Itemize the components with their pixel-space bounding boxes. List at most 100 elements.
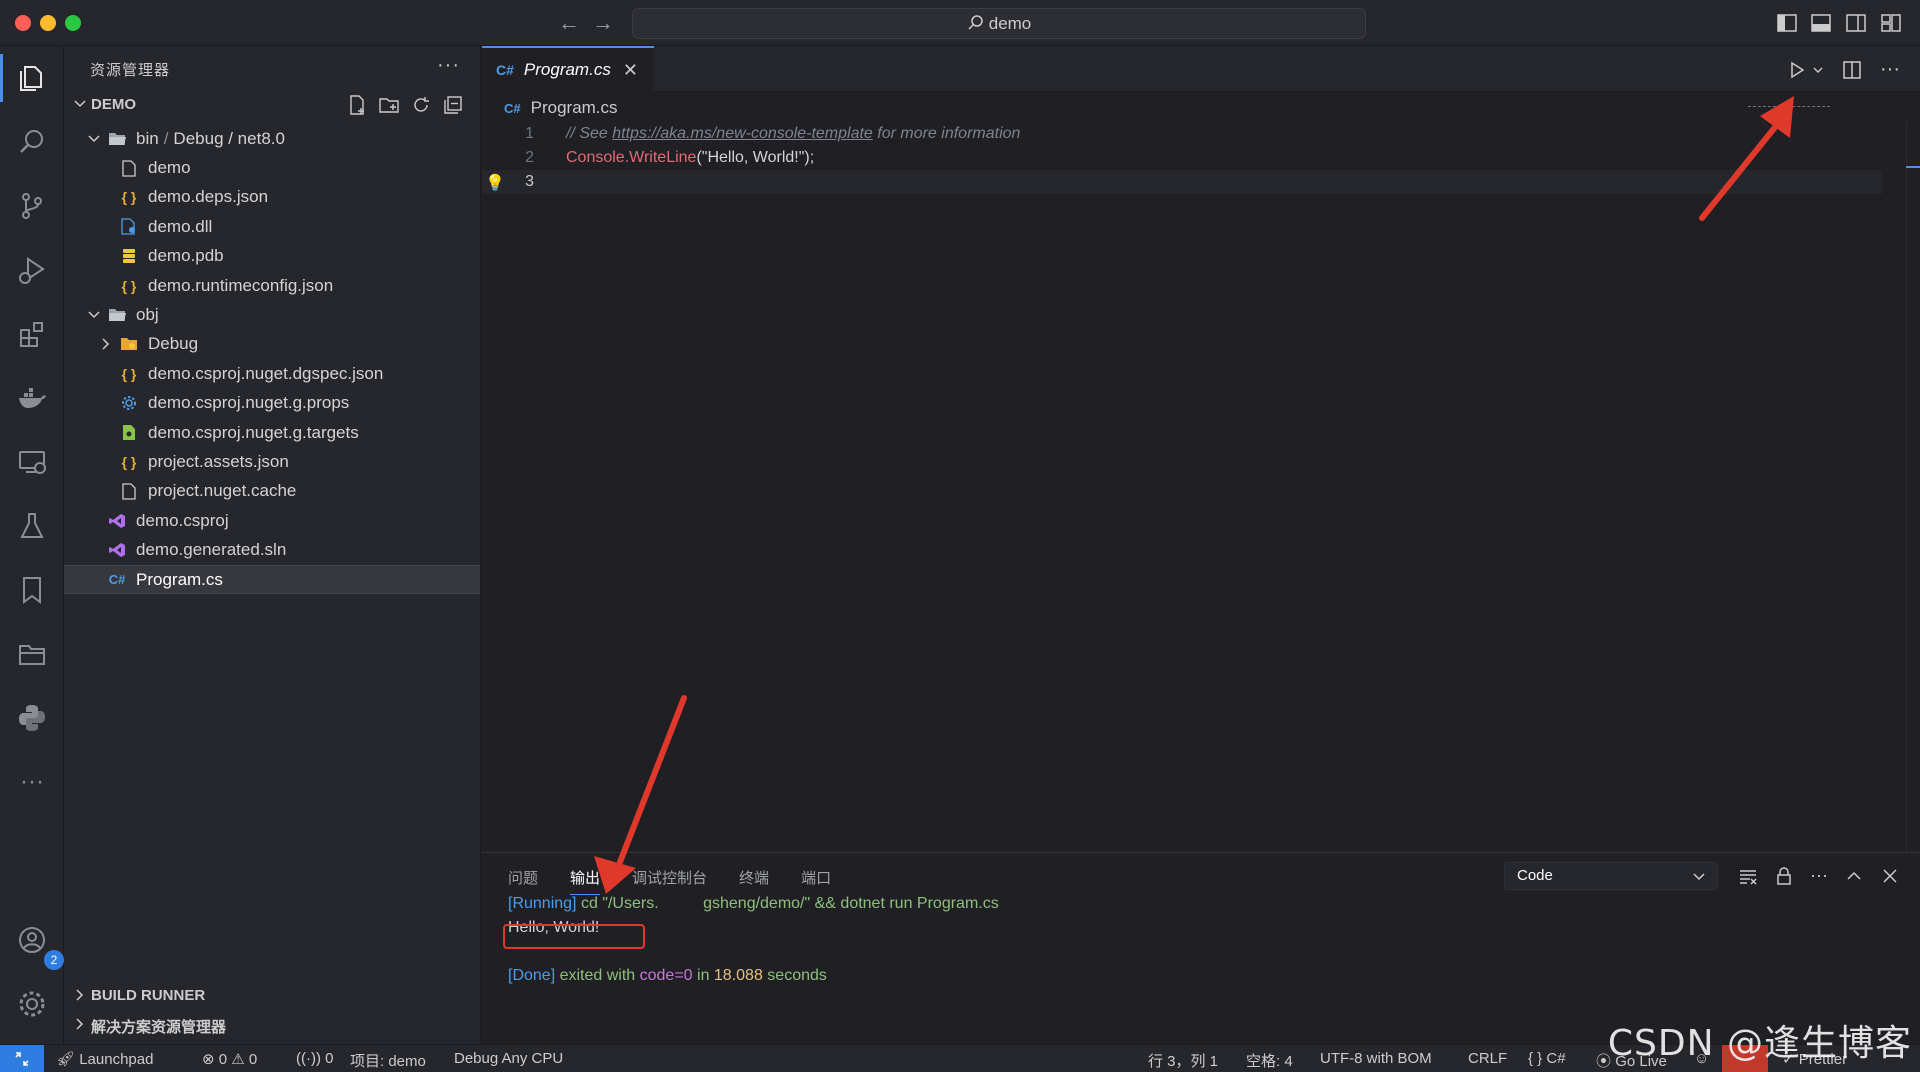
toggle-panel-icon[interactable] — [1810, 12, 1832, 34]
explorer-icon[interactable] — [14, 60, 50, 96]
editor-tab-bar: C# Program.cs ✕ ··· — [482, 46, 1920, 92]
tab-output[interactable]: 输出 — [570, 867, 601, 895]
error-icon: ⊗ — [202, 1051, 215, 1068]
tree-folder-debug[interactable]: Debug — [64, 330, 480, 359]
ports-item[interactable]: ((·)) 0 — [296, 1050, 334, 1067]
bookmarks-icon[interactable] — [14, 572, 50, 608]
tree-item-label: Debug — [148, 334, 199, 354]
language-item[interactable]: { } C# — [1528, 1050, 1566, 1067]
launchpad-item[interactable]: 🚀︎ Launchpad — [56, 1050, 153, 1068]
eol-item[interactable]: CRLF — [1468, 1050, 1507, 1067]
tree-file-g-props[interactable]: demo.csproj.nuget.g.props — [64, 389, 480, 418]
tree-file-demo-runtimeconfig-json[interactable]: { } demo.runtimeconfig.json — [64, 271, 480, 300]
command-center-search[interactable]: demo — [632, 8, 1366, 39]
cursor-position-item[interactable]: 行 3，列 1 — [1148, 1050, 1218, 1071]
indentation-item[interactable]: 空格: 4 — [1246, 1050, 1293, 1071]
more-actions-icon[interactable]: ··· — [1810, 865, 1828, 886]
elapsed-seconds: 18.088 — [713, 967, 763, 984]
new-folder-icon[interactable] — [378, 94, 400, 116]
braces-icon: { } — [1528, 1050, 1543, 1067]
launchpad-label: Launchpad — [79, 1051, 154, 1068]
done-text: exited with — [555, 967, 640, 984]
workspace-section-header[interactable]: DEMO — [64, 92, 480, 118]
collapse-all-icon[interactable] — [442, 94, 464, 116]
tree-file-g-targets[interactable]: demo.csproj.nuget.g.targets — [64, 418, 480, 447]
output-channel-select[interactable]: Code — [1504, 862, 1718, 890]
tree-file-demo-pdb[interactable]: demo.pdb — [64, 242, 480, 271]
refresh-icon[interactable] — [410, 94, 432, 116]
accounts-icon[interactable]: 2 — [14, 922, 64, 970]
extensions-icon[interactable] — [14, 316, 50, 352]
remote-indicator[interactable] — [0, 1045, 44, 1072]
minimize-window-button[interactable] — [40, 15, 56, 31]
project-item[interactable]: 项目: demo — [350, 1050, 426, 1071]
toggle-primary-sidebar-icon[interactable] — [1776, 12, 1798, 34]
tree-folder-bin[interactable]: bin / Debug / net8.0 — [64, 124, 480, 153]
split-editor-icon[interactable] — [1842, 60, 1862, 80]
tab-program-cs[interactable]: C# Program.cs ✕ — [482, 46, 654, 92]
customize-layout-icon[interactable] — [1880, 12, 1902, 34]
sidebar-more-icon[interactable]: ··· — [437, 54, 460, 77]
tree-item-label: obj — [136, 305, 159, 325]
run-code-icon[interactable] — [1788, 61, 1806, 79]
tab-ports[interactable]: 端口 — [801, 867, 831, 895]
build-runner-section[interactable]: BUILD RUNNER — [64, 982, 480, 1010]
problems-item[interactable]: ⊗ 0 ⚠ 0 — [202, 1050, 257, 1068]
gear-icon[interactable] — [14, 986, 50, 1022]
close-window-button[interactable] — [15, 15, 31, 31]
close-icon[interactable]: ✕ — [623, 60, 638, 81]
remote-explorer-icon[interactable] — [14, 444, 50, 480]
forward-arrow-icon[interactable]: → — [590, 10, 616, 36]
tab-debug-console[interactable]: 调试控制台 — [632, 867, 707, 895]
call-arguments: ("Hello, World!"); — [696, 149, 815, 166]
more-icon[interactable]: ··· — [14, 764, 50, 800]
build-config-item[interactable]: Debug Any CPU — [454, 1050, 563, 1067]
maximize-window-button[interactable] — [65, 15, 81, 31]
solution-explorer-section[interactable]: 解决方案资源管理器 — [64, 1011, 480, 1039]
chevron-down-icon — [88, 311, 100, 319]
breadcrumb[interactable]: C# Program.cs — [504, 98, 618, 118]
python-icon[interactable] — [14, 700, 50, 736]
testing-icon[interactable] — [14, 508, 50, 544]
lock-icon[interactable] — [1774, 866, 1794, 886]
back-arrow-icon[interactable]: ← — [556, 10, 582, 36]
csharp-file-icon: C# — [108, 572, 126, 588]
search-icon — [968, 15, 983, 30]
chevron-down-icon[interactable] — [1812, 64, 1824, 76]
more-actions-icon[interactable]: ··· — [1880, 58, 1900, 81]
search-icon[interactable] — [14, 124, 50, 160]
toggle-secondary-sidebar-icon[interactable] — [1845, 12, 1867, 34]
tree-file-demo-csproj[interactable]: demo.csproj — [64, 506, 480, 535]
tree-file-demo-dll[interactable]: demo.dll — [64, 212, 480, 241]
source-control-icon[interactable] — [14, 188, 50, 224]
tree-file-project-assets-json[interactable]: { } project.assets.json — [64, 447, 480, 476]
clear-output-icon[interactable] — [1738, 866, 1758, 886]
close-panel-icon[interactable] — [1880, 866, 1900, 886]
code-line: 1 // See https://aka.ms/new-console-temp… — [482, 122, 1882, 146]
tab-terminal[interactable]: 终端 — [739, 867, 769, 895]
template-link[interactable]: https://aka.ms/new-console-template — [612, 125, 873, 142]
workspace-name: DEMO — [91, 96, 136, 113]
tree-file-demo-generated-sln[interactable]: demo.generated.sln — [64, 535, 480, 564]
function-call: Console.WriteLine — [566, 149, 697, 166]
tree-file-project-nuget-cache[interactable]: project.nuget.cache — [64, 477, 480, 506]
new-file-icon[interactable] — [346, 94, 368, 116]
editor-scrollbar[interactable] — [1906, 122, 1920, 852]
tab-problems[interactable]: 问题 — [508, 867, 538, 895]
tree-file-program-cs[interactable]: C# Program.cs — [64, 564, 480, 595]
maximize-panel-icon[interactable] — [1844, 866, 1864, 886]
comment-text: // See — [566, 125, 613, 142]
code-editor[interactable]: 1 // See https://aka.ms/new-console-temp… — [482, 122, 1882, 194]
tree-file-dgspec-json[interactable]: { } demo.csproj.nuget.dgspec.json — [64, 359, 480, 388]
project-manager-icon[interactable] — [14, 636, 50, 672]
gear-file-icon — [120, 394, 138, 412]
encoding-item[interactable]: UTF-8 with BOM — [1320, 1050, 1432, 1067]
folder-open-icon — [108, 130, 126, 148]
tree-file-demo-deps-json[interactable]: { } demo.deps.json — [64, 183, 480, 212]
dll-file-icon — [120, 218, 138, 236]
run-debug-icon[interactable] — [14, 252, 50, 288]
docker-icon[interactable] — [14, 380, 50, 416]
minimap[interactable] — [1748, 106, 1830, 108]
tree-file-demo[interactable]: demo — [64, 153, 480, 182]
tree-folder-obj[interactable]: obj — [64, 300, 480, 329]
